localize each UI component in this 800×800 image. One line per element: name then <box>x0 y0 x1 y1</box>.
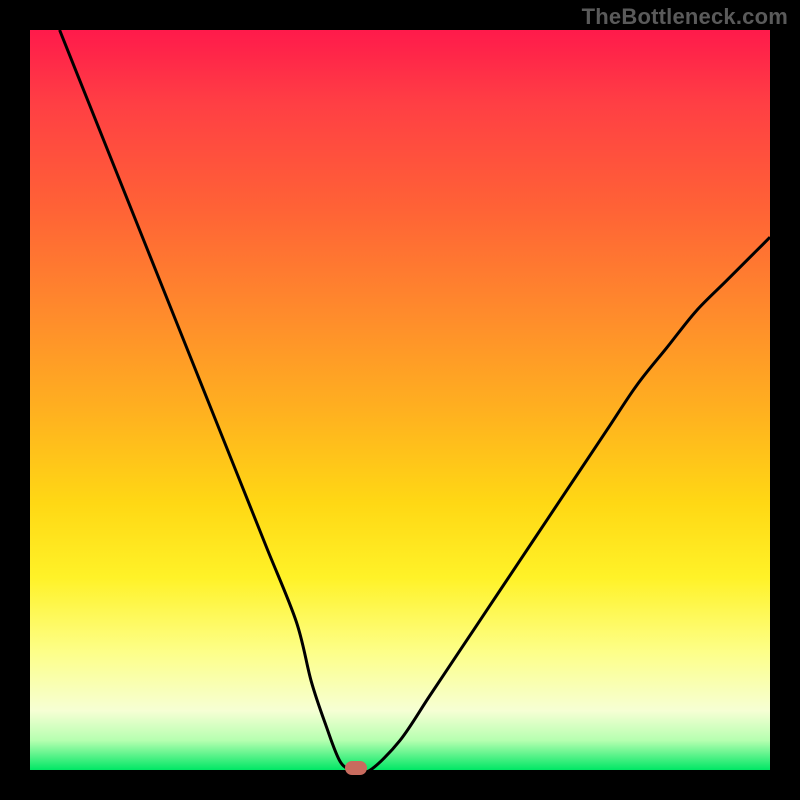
watermark-text: TheBottleneck.com <box>582 4 788 30</box>
curve-path <box>60 30 770 772</box>
chart-frame: TheBottleneck.com <box>0 0 800 800</box>
plot-area <box>30 30 770 770</box>
bottleneck-marker <box>345 761 367 775</box>
bottleneck-curve <box>30 30 770 770</box>
